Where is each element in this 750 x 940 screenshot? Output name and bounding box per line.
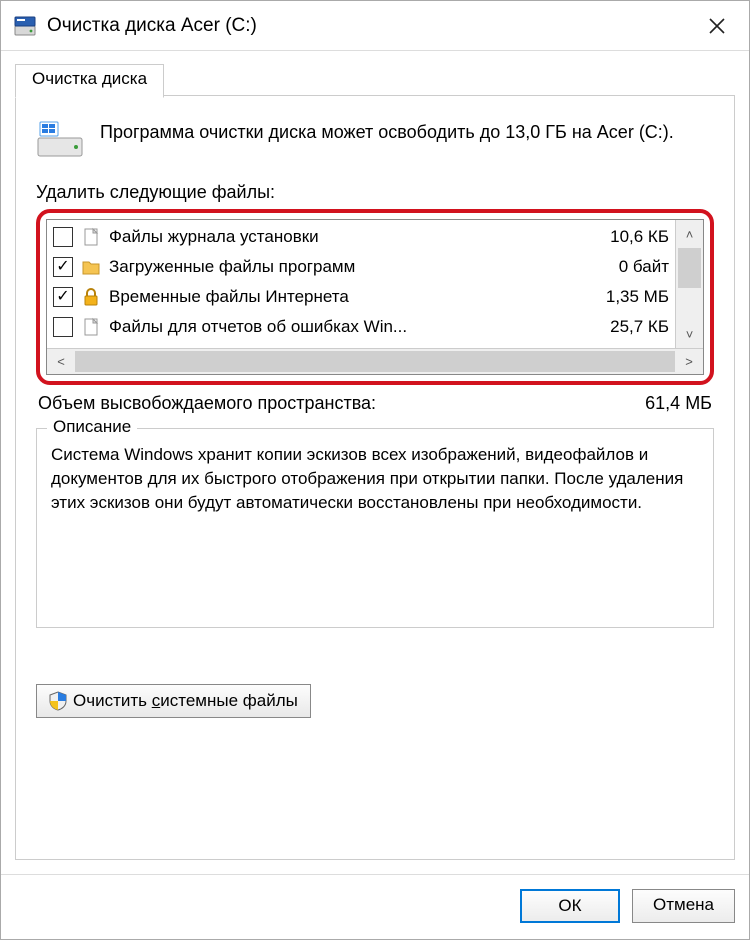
client-area: Очистка диска Программа очистки диска мо… xyxy=(1,51,749,874)
window-title: Очистка диска Acer (C:) xyxy=(47,15,693,37)
info-row: Программа очистки диска может освободить… xyxy=(36,120,714,160)
disk-cleanup-icon xyxy=(13,14,37,38)
info-text: Программа очистки диска может освободить… xyxy=(100,120,674,144)
checkbox[interactable]: ✓ xyxy=(53,287,73,307)
list-item[interactable]: Файлы для отчетов об ошибках Win... 25,7… xyxy=(49,312,675,342)
description-legend: Описание xyxy=(47,417,137,437)
scroll-thumb[interactable] xyxy=(678,248,701,288)
list-item-label: Загруженные файлы программ xyxy=(109,257,571,277)
list-item-size: 10,6 КБ xyxy=(579,227,669,247)
drive-icon xyxy=(36,120,84,160)
cancel-button[interactable]: Отмена xyxy=(632,889,735,923)
total-label: Объем высвобождаемого пространства: xyxy=(38,393,376,414)
scroll-down-icon[interactable]: ˅ xyxy=(676,320,703,348)
checkbox[interactable] xyxy=(53,227,73,247)
tab-disk-cleanup[interactable]: Очистка диска xyxy=(15,64,164,98)
filelist-highlight: Файлы журнала установки 10,6 КБ ✓ Загруж… xyxy=(36,209,714,385)
file-icon xyxy=(81,317,101,337)
list-item-size: 0 байт xyxy=(579,257,669,277)
file-rows: Файлы журнала установки 10,6 КБ ✓ Загруж… xyxy=(47,220,675,348)
description-text: Система Windows хранит копии эскизов все… xyxy=(51,443,699,514)
filelist-label: Удалить следующие файлы: xyxy=(36,182,714,203)
scroll-up-icon[interactable]: ˄ xyxy=(676,220,703,248)
total-value: 61,4 МБ xyxy=(645,393,712,414)
scroll-track[interactable] xyxy=(75,349,675,374)
cleanup-system-files-label: Очистить системные файлы xyxy=(73,691,298,711)
titlebar: Очистка диска Acer (C:) xyxy=(1,1,749,51)
scroll-right-icon[interactable]: ˃ xyxy=(675,349,703,374)
lock-icon xyxy=(81,287,101,307)
list-item-size: 1,35 МБ xyxy=(579,287,669,307)
dialog-footer: ОК Отмена xyxy=(1,874,749,939)
vertical-scrollbar[interactable]: ˄ ˅ xyxy=(675,220,703,348)
file-list[interactable]: Файлы журнала установки 10,6 КБ ✓ Загруж… xyxy=(46,219,704,375)
ok-button[interactable]: ОК xyxy=(520,889,620,923)
list-item-label: Файлы для отчетов об ошибках Win... xyxy=(109,317,571,337)
list-item-size: 25,7 КБ xyxy=(579,317,669,337)
list-item[interactable]: ✓ Загруженные файлы программ 0 байт xyxy=(49,252,675,282)
cleanup-system-files-button[interactable]: Очистить системные файлы xyxy=(36,684,311,718)
shield-icon xyxy=(49,691,67,711)
checkbox[interactable]: ✓ xyxy=(53,257,73,277)
horizontal-scrollbar[interactable]: ˂ ˃ xyxy=(47,348,703,374)
list-item-label: Файлы журнала установки xyxy=(109,227,571,247)
scroll-thumb[interactable] xyxy=(75,351,675,372)
file-icon xyxy=(81,227,101,247)
scroll-track[interactable] xyxy=(676,248,703,320)
description-groupbox: Описание Система Windows хранит копии эс… xyxy=(36,428,714,628)
tab-panel: Очистка диска Программа очистки диска мо… xyxy=(15,95,735,860)
total-row: Объем высвобождаемого пространства: 61,4… xyxy=(38,393,712,414)
folder-icon xyxy=(81,257,101,277)
list-item[interactable]: ✓ Временные файлы Интернета 1,35 МБ xyxy=(49,282,675,312)
checkbox[interactable] xyxy=(53,317,73,337)
list-item[interactable]: Файлы журнала установки 10,6 КБ xyxy=(49,222,675,252)
scroll-left-icon[interactable]: ˂ xyxy=(47,349,75,374)
close-button[interactable] xyxy=(693,6,741,46)
disk-cleanup-window: Очистка диска Acer (C:) Очистка диска xyxy=(0,0,750,940)
list-item-label: Временные файлы Интернета xyxy=(109,287,571,307)
